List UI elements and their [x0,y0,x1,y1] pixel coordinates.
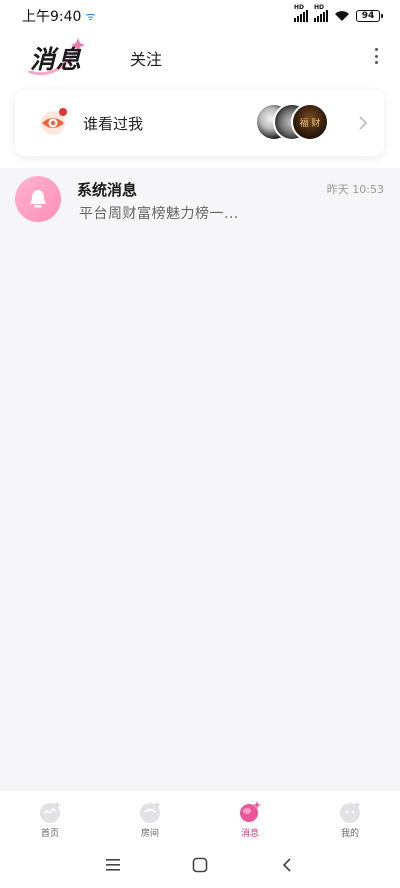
network-icon: ᯤ [85,9,96,23]
message-time: 昨天 10:53 [326,183,384,196]
signal-icon: HD [294,4,308,22]
eye-icon [41,108,67,135]
top-area: 谁看过我 福 财 [0,82,400,168]
who-viewed-me-label: 谁看过我 [83,115,144,133]
message-title: 系统消息 [77,181,138,199]
who-viewed-me-card[interactable]: 谁看过我 福 财 [15,90,384,156]
battery-level: 94 [361,11,375,21]
nav-item-rooms[interactable]: 房间 [100,790,200,841]
avatar: 福 财 [291,103,329,141]
tab-follow[interactable]: 关注 [130,46,162,70]
dot [374,61,378,64]
menu-icon [106,858,121,871]
nav-item-home[interactable]: 首页 [0,790,100,841]
more-menu-button[interactable] [370,46,382,66]
message-preview: 平台周财富榜魅力榜一... [79,206,239,222]
wifi-icon [335,11,349,21]
signal-icon-2: HD [314,4,328,22]
square-icon [192,857,208,872]
home-icon [40,801,61,823]
status-bar: 上午9:40 ᯤ HD HD 94 [0,0,400,32]
room-icon [140,801,161,823]
avatar-text: 福 财 [299,118,321,129]
nav-label: 我的 [340,829,359,839]
chevron-right-icon [359,116,368,130]
list-item-system-messages[interactable]: 系统消息 昨天 10:53 平台周财富榜魅力榜一... [0,168,400,232]
bell-icon [30,190,46,208]
nav-label: 房间 [140,829,159,839]
dot [374,54,378,58]
nav-label: 消息 [240,829,259,839]
home-button[interactable] [190,855,210,875]
back-icon [282,857,291,872]
profile-icon [340,801,361,823]
back-button[interactable] [277,855,297,875]
tab-messages[interactable]: 消息 [30,40,82,76]
nav-item-profile[interactable]: 我的 [300,790,400,841]
nav-label: 首页 [40,829,59,839]
viewer-avatars: 福 财 [255,103,335,143]
nav-item-messages[interactable]: 消息 [200,790,300,841]
dot [374,48,378,51]
menu-button[interactable] [103,855,123,875]
system-nav-bar [0,841,400,888]
header: 消息 关注 [0,32,400,82]
message-icon [240,801,261,822]
battery-icon: 94 [356,10,383,22]
system-message-avatar [15,176,61,222]
status-time: 上午9:40 [22,9,82,25]
bottom-nav: 首页 房间 消息 我的 [0,789,400,841]
